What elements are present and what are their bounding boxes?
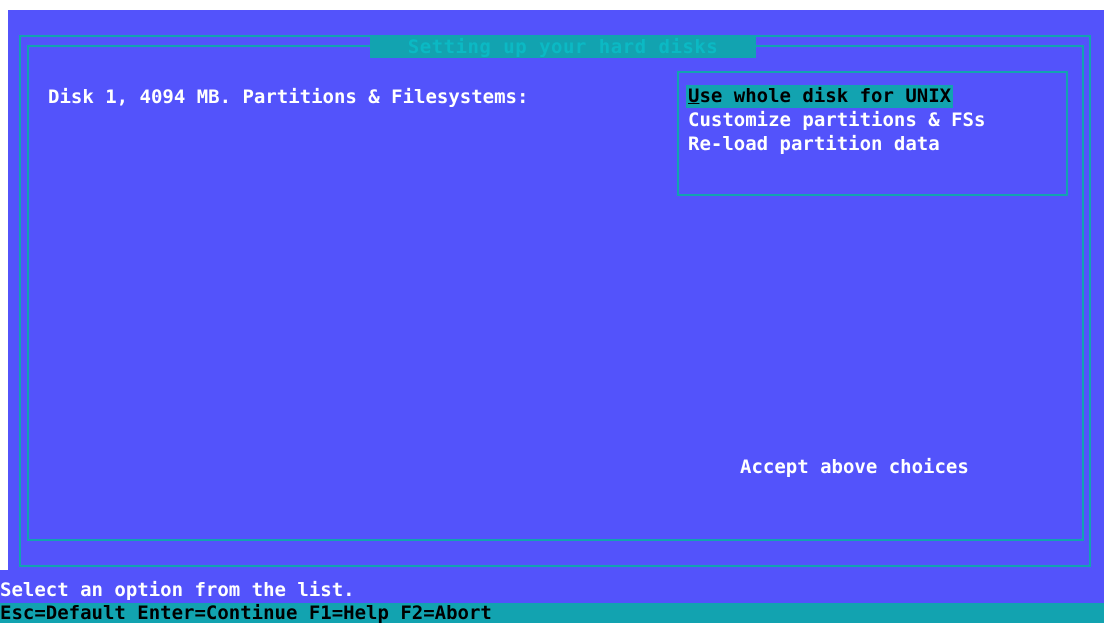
disk-label: Disk 1, 4094 MB. Partitions & Filesystem… — [48, 86, 529, 108]
menu-item-customize-partitions[interactable]: Customize partitions & FSs — [686, 109, 987, 132]
function-key-bar: Esc=Default Enter=Continue F1=Help F2=Ab… — [0, 603, 1104, 623]
dialog-title: Setting up your hard disks — [370, 37, 756, 58]
menu-item-use-whole-disk[interactable]: Use whole disk for UNIX — [686, 85, 954, 108]
menu-item-label: se whole disk for UNIX — [699, 85, 952, 107]
status-message: Select an option from the list. — [0, 579, 355, 601]
menu-item-label: Re-load partition data — [688, 133, 940, 155]
menu-item-label: Customize partitions & FSs — [688, 109, 986, 131]
menu-item-reload-partition-data[interactable]: Re-load partition data — [686, 133, 942, 156]
hotkey-letter: U — [688, 85, 700, 107]
accept-choices-button[interactable]: Accept above choices — [740, 456, 969, 479]
